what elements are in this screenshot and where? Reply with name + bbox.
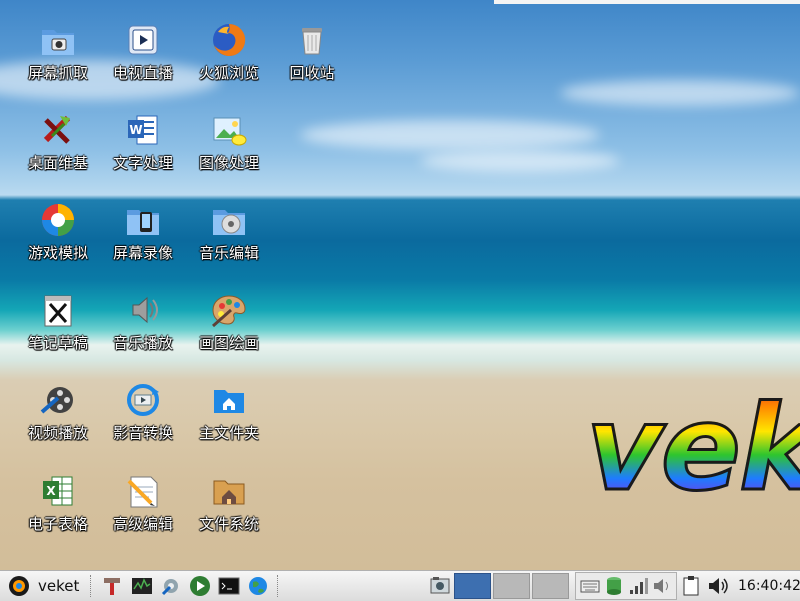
system-monitor-icon xyxy=(131,578,152,594)
start-menu-button[interactable]: veket xyxy=(0,574,86,598)
desktop-icon-tv[interactable]: 电视直播 xyxy=(101,20,185,100)
desktop-icon-paint[interactable]: 画图绘画 xyxy=(187,290,271,370)
play-icon xyxy=(190,576,210,596)
tray-drive[interactable] xyxy=(602,574,626,598)
desktop-icon-text-editor[interactable]: 高级编辑 xyxy=(101,471,185,551)
settings-tools-icon xyxy=(161,579,178,596)
desktop-icon-game[interactable]: 游戏模拟 xyxy=(16,200,100,280)
keyboard-icon xyxy=(580,580,600,593)
paint-palette-icon xyxy=(212,295,246,328)
taskbar: veket 16:40:42 xyxy=(0,570,800,601)
notepad-icon xyxy=(44,295,72,327)
desktop-icon-wiki[interactable]: 桌面维基 xyxy=(16,110,100,190)
file-system-icon xyxy=(213,480,245,505)
taskbar-separator xyxy=(89,575,94,597)
image-editor-icon xyxy=(213,117,247,146)
drive-icon xyxy=(607,577,622,595)
tray-volume-mixer[interactable] xyxy=(650,574,674,598)
volume-icon xyxy=(709,578,729,594)
desktop-icon-music-player[interactable]: 音乐播放 xyxy=(101,290,185,370)
icon-label: 电视直播 xyxy=(112,64,173,82)
wiki-tools-icon xyxy=(43,115,71,144)
icon-label: 高级编辑 xyxy=(112,515,173,533)
icon-label: 火狐浏览 xyxy=(198,64,259,82)
screenshot-button[interactable] xyxy=(425,574,454,598)
icon-label: 文字处理 xyxy=(112,154,173,172)
panel-edge xyxy=(494,0,800,4)
volume-button[interactable] xyxy=(705,574,732,598)
video-player-icon xyxy=(40,387,73,414)
tray-keyboard[interactable] xyxy=(578,574,602,598)
icon-label: 音乐编辑 xyxy=(198,244,259,262)
icon-label: 游戏模拟 xyxy=(27,244,88,262)
icon-label: 主文件夹 xyxy=(198,424,259,442)
word-processor-icon: W xyxy=(128,115,158,145)
home-folder-icon xyxy=(214,390,244,413)
tv-play-icon xyxy=(128,25,158,55)
clipboard-button[interactable] xyxy=(677,574,704,598)
icon-label: 屏幕录像 xyxy=(112,244,173,262)
text-editor-icon xyxy=(127,476,158,508)
speaker-icon xyxy=(132,296,158,324)
workspace-1[interactable] xyxy=(454,573,492,599)
desktop-icon-screenshot[interactable]: 屏幕抓取 xyxy=(16,20,100,100)
spreadsheet-icon: X xyxy=(43,476,73,506)
launcher-system-monitor[interactable] xyxy=(127,574,156,598)
svg-text:X: X xyxy=(46,484,56,498)
firefox-icon xyxy=(213,23,246,56)
icon-label: 屏幕抓取 xyxy=(27,64,88,82)
volume-mixer-icon xyxy=(654,579,669,593)
icon-label: 回收站 xyxy=(289,64,335,82)
desktop-icon-firefox[interactable]: 火狐浏览 xyxy=(187,20,271,100)
music-editor-icon xyxy=(213,210,245,235)
tray-network[interactable] xyxy=(626,574,650,598)
desktop-icon-music-editor[interactable]: 音乐编辑 xyxy=(187,200,271,280)
desktop-icon-screen-recorder[interactable]: 屏幕录像 xyxy=(101,200,185,280)
launcher-terminal[interactable] xyxy=(215,574,244,598)
desktop-icon-spreadsheet[interactable]: X 电子表格 xyxy=(16,471,100,551)
veket-logo-icon xyxy=(9,576,29,596)
screenshot-icon xyxy=(430,577,450,594)
desktop[interactable]: 屏幕抓取 电视直播 火狐浏览 回收站 桌面维基 W 文字处理 图像处理 游戏模拟… xyxy=(0,0,800,570)
desktop-icon-video-player[interactable]: 视频播放 xyxy=(16,380,100,460)
launcher-settings[interactable] xyxy=(156,574,185,598)
game-emulator-icon xyxy=(42,204,74,236)
desktop-icon-trash[interactable]: 回收站 xyxy=(270,20,354,100)
globe-icon xyxy=(249,577,268,595)
veket-logo: veket xyxy=(586,388,800,508)
launcher-wrench[interactable] xyxy=(98,574,127,598)
wrench-icon xyxy=(104,578,121,595)
icon-label: 笔记草稿 xyxy=(27,334,88,352)
clock[interactable]: 16:40:42 xyxy=(738,578,800,594)
network-signal-icon xyxy=(630,578,649,594)
terminal-icon xyxy=(218,577,240,595)
icon-label: 文件系统 xyxy=(198,515,259,533)
desktop-icon-media-converter[interactable]: 影音转换 xyxy=(101,380,185,460)
icon-label: 电子表格 xyxy=(27,515,88,533)
desktop-icon-word[interactable]: W 文字处理 xyxy=(101,110,185,190)
start-menu-label: veket xyxy=(38,577,80,595)
screen-recorder-icon xyxy=(127,210,159,235)
svg-text:W: W xyxy=(129,123,142,137)
trash-icon xyxy=(302,28,322,55)
desktop-icon-notepad[interactable]: 笔记草稿 xyxy=(16,290,100,370)
clipboard-icon xyxy=(683,576,699,596)
desktop-icon-image-editor[interactable]: 图像处理 xyxy=(187,110,271,190)
icon-label: 影音转换 xyxy=(112,424,173,442)
workspace-3[interactable] xyxy=(532,573,570,599)
workspace-2[interactable] xyxy=(493,573,531,599)
taskbar-separator xyxy=(277,575,281,597)
icon-label: 画图绘画 xyxy=(198,334,259,352)
icon-label: 音乐播放 xyxy=(112,334,173,352)
icon-label: 视频播放 xyxy=(27,424,88,442)
icon-label: 图像处理 xyxy=(198,154,259,172)
system-tray xyxy=(575,572,678,600)
launcher-browser[interactable] xyxy=(244,574,273,598)
desktop-icon-file-system[interactable]: 文件系统 xyxy=(187,471,271,551)
media-converter-icon xyxy=(127,384,159,416)
icon-label: 桌面维基 xyxy=(27,154,88,172)
camera-folder-icon xyxy=(42,30,74,55)
launcher-player[interactable] xyxy=(185,574,214,598)
desktop-icon-home-folder[interactable]: 主文件夹 xyxy=(187,380,271,460)
